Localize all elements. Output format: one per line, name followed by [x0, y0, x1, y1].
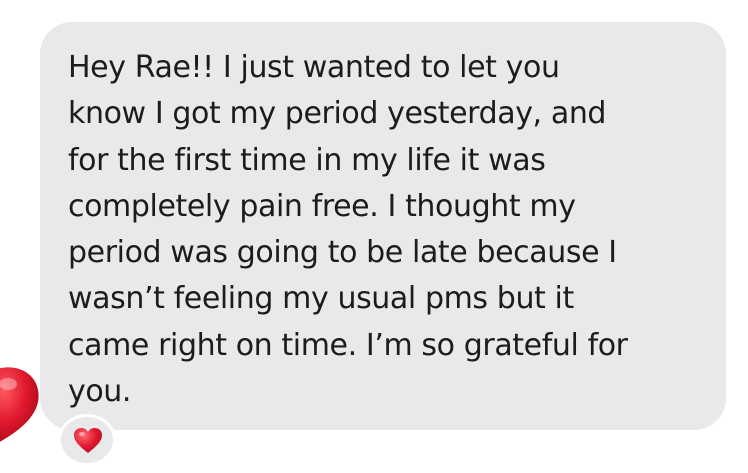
red-heart-icon: [0, 367, 39, 442]
message-line: completely pain free. I thought my: [68, 188, 576, 224]
message-line: wasn’t feeling my usual pms but it: [68, 281, 574, 317]
message-line: know I got my period yesterday, and: [68, 96, 607, 132]
reaction-badge[interactable]: [58, 414, 116, 466]
message-line: Hey Rae!! I just wanted to let you: [68, 50, 560, 85]
message-text: Hey Rae!! I just wanted to let you know …: [68, 45, 718, 415]
message-line: period was going to be late because I: [68, 235, 617, 271]
message-line: came right on time. I’m so grateful for: [68, 327, 628, 363]
message-line: for the first time in my life it was: [68, 142, 546, 178]
message-line: you.: [68, 374, 132, 410]
red-heart-icon: [74, 428, 102, 453]
